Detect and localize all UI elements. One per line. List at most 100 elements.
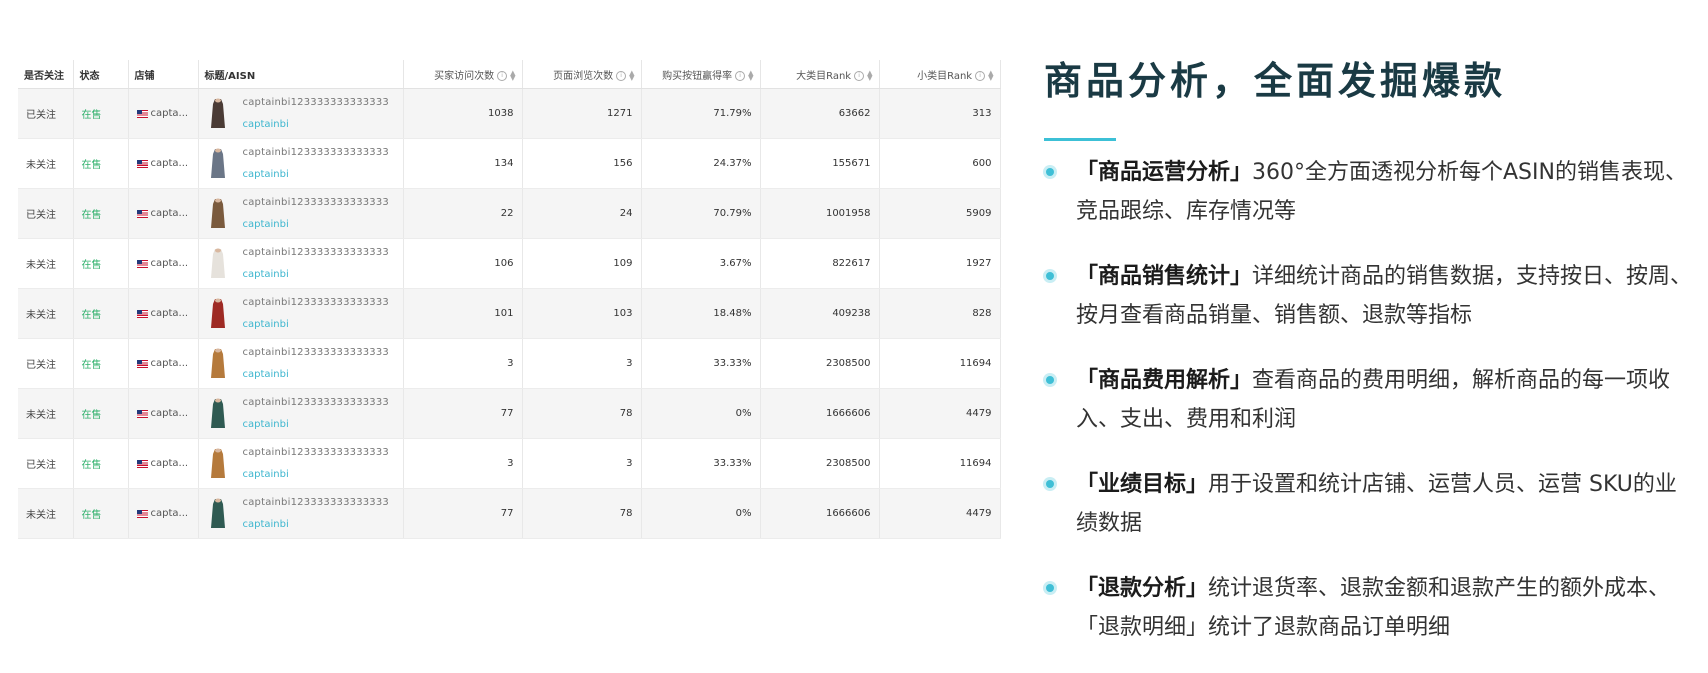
table-row[interactable]: 未关注 在售 capta... captainbi123333333333333 cap…: [18, 388, 1001, 439]
asin-link[interactable]: captainbi: [243, 464, 390, 486]
status-badge: 在售: [81, 410, 102, 421]
table-row[interactable]: 已关注 在售 capta... captainbi123333333333333 cap…: [18, 88, 1001, 139]
sort-icon[interactable]: ▲ ▼: [988, 69, 993, 81]
store-name: capta...: [150, 258, 189, 269]
sub-rank-cell: 600: [879, 138, 1001, 189]
asin-link[interactable]: captainbi: [243, 364, 390, 386]
garment-icon: [210, 148, 225, 178]
feature-text: 「退款分析」统计退货率、退款金额和退款产生的额外成本、「退款明细」统计了退款商品…: [1076, 569, 1694, 647]
product-thumbnail[interactable]: [207, 497, 229, 531]
table-row[interactable]: 未关注 在售 capta... captainbi123333333333333 cap…: [18, 288, 1001, 339]
status-badge: 在售: [81, 210, 102, 221]
col-header-buyer-visits[interactable]: 买家访问次数 i ▲ ▼: [403, 60, 523, 89]
asin-link[interactable]: captainbi: [243, 264, 390, 286]
status-badge: 在售: [81, 460, 102, 471]
info-icon[interactable]: i: [497, 70, 508, 81]
buyer-visits-cell: 101: [403, 288, 523, 339]
col-header-buybox-rate[interactable]: 购买按钮赢得率 i ▲ ▼: [641, 60, 761, 89]
status-badge: 在售: [81, 360, 102, 371]
product-thumbnail[interactable]: [207, 247, 229, 281]
col-header-sub-rank[interactable]: 小类目Rank i ▲ ▼: [879, 60, 1001, 89]
us-flag-icon: [136, 159, 148, 168]
store-name: capta...: [150, 208, 189, 219]
product-thumbnail[interactable]: [207, 197, 229, 231]
table-row[interactable]: 未关注 在售 capta... captainbi123333333333333 cap…: [18, 238, 1001, 289]
product-thumbnail[interactable]: [207, 347, 229, 381]
status-cell: 在售: [73, 488, 129, 539]
main-rank-cell: 155671: [760, 138, 880, 189]
sort-icon[interactable]: ▲ ▼: [629, 69, 634, 81]
buyer-visits-cell: 77: [403, 388, 523, 439]
feature-name: 「商品销售统计」: [1076, 264, 1253, 289]
asin-link[interactable]: captainbi: [243, 514, 390, 536]
status-cell: 在售: [73, 288, 129, 339]
buybox-rate-cell: 24.37%: [641, 138, 761, 189]
follow-cell: 未关注: [18, 488, 74, 539]
asin-link[interactable]: captainbi: [243, 414, 390, 436]
feature-item: 「商品运营分析」360°全方面透视分析每个ASIN的销售表现、竞品跟综、库存情况…: [1044, 153, 1694, 231]
main-rank-cell: 1001958: [760, 188, 880, 239]
store-cell: capta...: [128, 88, 199, 139]
us-flag-icon: [136, 459, 148, 468]
follow-cell: 已关注: [18, 338, 74, 389]
page-views-cell: 78: [522, 388, 642, 439]
buybox-rate-cell: 33.33%: [641, 338, 761, 389]
page-views-cell: 109: [522, 238, 642, 289]
garment-icon: [210, 198, 225, 228]
main-rank-cell: 1666606: [760, 388, 880, 439]
buybox-rate-cell: 70.79%: [641, 188, 761, 239]
garment-icon: [210, 448, 225, 478]
bullet-icon: [1046, 168, 1054, 176]
table-row[interactable]: 已关注 在售 capta... captainbi123333333333333 cap…: [18, 438, 1001, 489]
info-icon[interactable]: i: [735, 70, 746, 81]
main-rank-cell: 63662: [760, 88, 880, 139]
product-thumbnail[interactable]: [207, 447, 229, 481]
product-thumbnail[interactable]: [207, 147, 229, 181]
table-row[interactable]: 未关注 在售 capta... captainbi123333333333333 cap…: [18, 138, 1001, 189]
col-header-page-views[interactable]: 页面浏览次数 i ▲ ▼: [522, 60, 642, 89]
table-row[interactable]: 已关注 在售 capta... captainbi123333333333333 cap…: [18, 188, 1001, 239]
col-header-main-rank[interactable]: 大类目Rank i ▲ ▼: [760, 60, 880, 89]
table-row[interactable]: 已关注 在售 capta... captainbi123333333333333 cap…: [18, 338, 1001, 389]
status-cell: 在售: [73, 338, 129, 389]
feature-panel: 商品分析，全面发掘爆款 「商品运营分析」360°全方面透视分析每个ASIN的销售…: [1044, 52, 1694, 673]
title-cell: captainbi123333333333333 captainbi: [198, 338, 404, 389]
store-cell: capta...: [128, 438, 199, 489]
info-icon[interactable]: i: [854, 70, 865, 81]
status-cell: 在售: [73, 238, 129, 289]
table-row[interactable]: 未关注 在售 capta... captainbi123333333333333 cap…: [18, 488, 1001, 539]
asin-link[interactable]: captainbi: [243, 164, 390, 186]
product-thumbnail[interactable]: [207, 97, 229, 131]
follow-cell: 未关注: [18, 238, 74, 289]
buyer-visits-cell: 3: [403, 338, 523, 389]
store-cell: capta...: [128, 488, 199, 539]
product-thumbnail[interactable]: [207, 297, 229, 331]
bullet-icon: [1046, 480, 1054, 488]
us-flag-icon: [136, 359, 148, 368]
sub-rank-cell: 11694: [879, 438, 1001, 489]
page-views-cell: 78: [522, 488, 642, 539]
asin-link[interactable]: captainbi: [243, 314, 390, 336]
sort-icon[interactable]: ▲ ▼: [867, 69, 872, 81]
product-title: captainbi123333333333333: [242, 196, 389, 208]
page-title: 商品分析，全面发掘爆款: [1044, 59, 1507, 103]
asin-link[interactable]: captainbi: [243, 214, 390, 236]
garment-icon: [210, 248, 225, 278]
info-icon[interactable]: i: [616, 70, 627, 81]
us-flag-icon: [136, 309, 148, 318]
feature-text: 「业绩目标」用于设置和统计店铺、运营人员、运营 SKU的业绩数据: [1076, 465, 1694, 543]
status-badge: 在售: [81, 310, 102, 321]
asin-link[interactable]: captainbi: [243, 114, 390, 136]
product-title: captainbi123333333333333: [242, 296, 389, 308]
sort-icon[interactable]: ▲ ▼: [748, 69, 753, 81]
page-views-cell: 1271: [522, 88, 642, 139]
product-title: captainbi123333333333333: [242, 446, 389, 458]
status-cell: 在售: [73, 388, 129, 439]
store-name: capta...: [150, 108, 189, 119]
store-cell: capta...: [128, 288, 199, 339]
product-title: captainbi123333333333333: [242, 346, 389, 358]
status-badge: 在售: [81, 510, 102, 521]
sort-icon[interactable]: ▲ ▼: [510, 69, 515, 81]
info-icon[interactable]: i: [975, 70, 986, 81]
product-thumbnail[interactable]: [207, 397, 229, 431]
